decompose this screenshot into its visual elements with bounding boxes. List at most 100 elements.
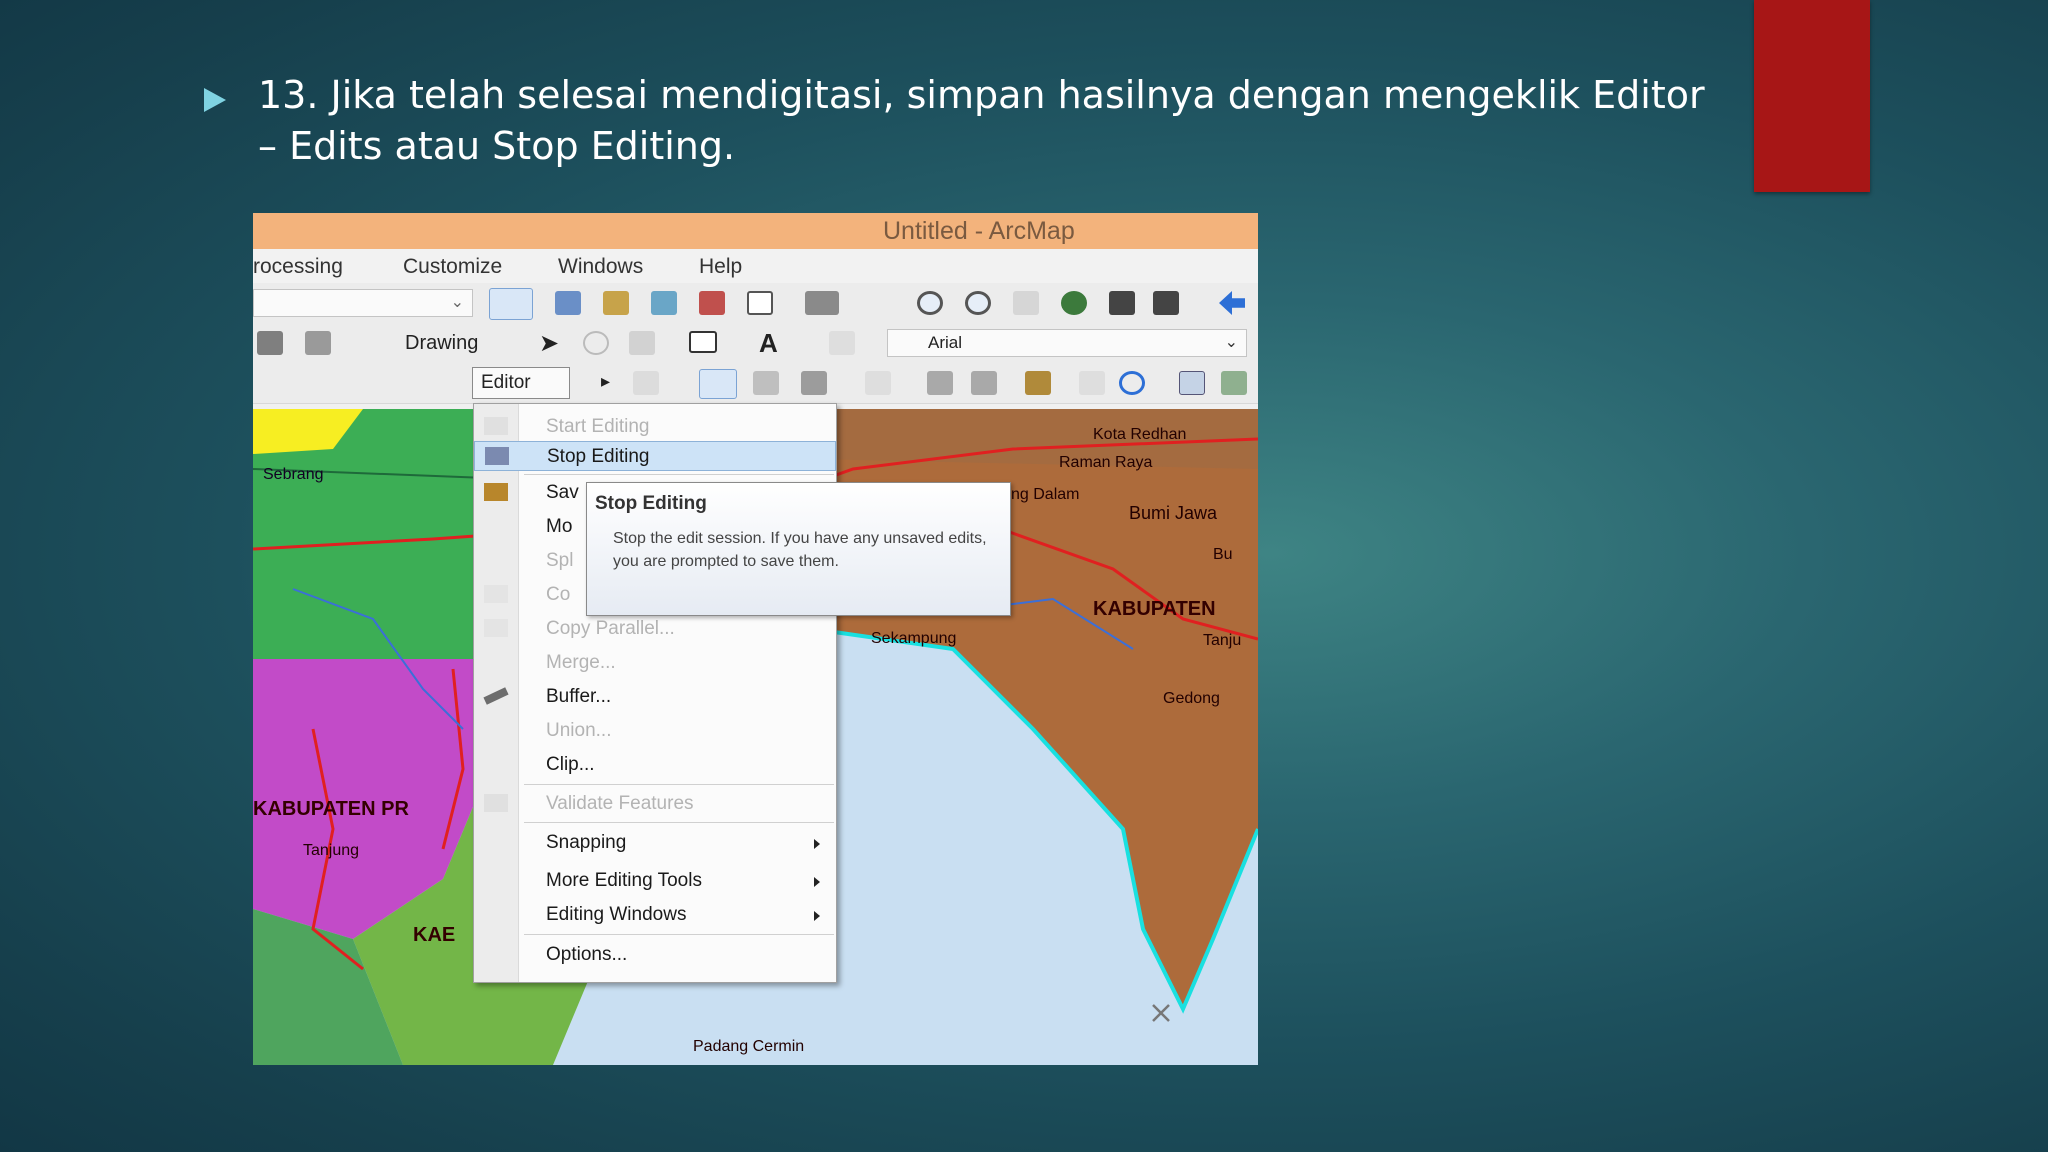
menu-item-buffer[interactable]: Buffer... <box>474 682 836 712</box>
buffer-icon <box>483 687 509 705</box>
window-icon[interactable] <box>747 291 773 315</box>
menu-customize[interactable]: Customize <box>403 255 502 279</box>
arcmap-screenshot: Untitled - ArcMap rocessing Customize Wi… <box>253 213 1258 1065</box>
slide-caption: 13. Jika telah selesai mendigitasi, simp… <box>258 70 1705 172</box>
menu-item-clip[interactable]: Clip... <box>474 750 836 780</box>
save-edits-icon <box>484 483 508 501</box>
map-label-11: Tanjung <box>303 842 359 859</box>
map-label-6: Sekampung <box>871 630 956 647</box>
triangle-bullet-icon <box>204 88 226 112</box>
map-label-1: Kota Redhan <box>1093 426 1186 443</box>
editor-toolbar-icon[interactable] <box>489 288 533 320</box>
menu-item-merge[interactable]: Merge... <box>474 648 836 678</box>
map-label-4: Bumi Jawa <box>1129 503 1218 523</box>
standard-toolbar: ⌄ <box>253 283 1258 324</box>
zoom-out-icon[interactable] <box>965 291 991 315</box>
chevron-down-icon: ⌄ <box>450 294 464 311</box>
menu-bar: rocessing Customize Windows Help <box>253 249 1258 283</box>
zoom-whole-page-icon[interactable] <box>629 331 655 355</box>
menu-item-snapping[interactable]: Snapping <box>474 828 836 858</box>
edit-annotation-icon[interactable] <box>633 371 659 395</box>
edit-vertices-icon[interactable] <box>829 331 855 355</box>
drawing-menu[interactable]: Drawing <box>405 332 478 355</box>
menu-item-copy-parallel[interactable]: Copy Parallel... <box>474 614 836 644</box>
map-label-8: Gedong <box>1163 690 1220 707</box>
map-label-5: KABUPATEN <box>1093 598 1216 620</box>
scale-combo[interactable]: ⌄ <box>253 289 473 317</box>
cut-polygons-icon[interactable] <box>971 371 997 395</box>
window-title: Untitled - ArcMap <box>883 217 1075 245</box>
menu-item-editing-windows[interactable]: Editing Windows <box>474 900 836 930</box>
pencil-icon <box>484 417 508 435</box>
map-label-3: ng Dalam <box>1011 486 1079 503</box>
undo-icon[interactable] <box>1119 371 1145 395</box>
stop-editing-icon <box>485 447 509 465</box>
red-accent-tab <box>1754 0 1870 192</box>
rotate-icon[interactable] <box>583 331 609 355</box>
select-arrow-icon[interactable]: ➤ <box>539 329 559 358</box>
menu-separator <box>524 934 834 935</box>
edit-vertices-icon[interactable] <box>865 371 891 395</box>
reshape-icon[interactable] <box>927 371 953 395</box>
table-icon[interactable] <box>555 291 581 315</box>
tooltip-title: Stop Editing <box>595 493 707 514</box>
validate-icon <box>484 794 508 812</box>
menu-item-options[interactable]: Options... <box>474 940 836 970</box>
map-label-10: KABUPATEN PR <box>253 798 409 820</box>
menu-geoprocessing[interactable]: rocessing <box>253 255 343 279</box>
text-tool-icon[interactable]: A <box>759 328 778 359</box>
tooltip-text: Stop the edit session. If you have any u… <box>613 530 987 570</box>
menu-separator <box>524 784 834 785</box>
menu-item-stop-editing[interactable]: Stop Editing <box>474 441 836 471</box>
map-label-13: Padang Cermin <box>693 1038 804 1055</box>
menu-windows[interactable]: Windows <box>558 255 643 279</box>
straight-segment-icon[interactable] <box>699 369 737 399</box>
attributes-icon[interactable] <box>1179 371 1205 395</box>
zoom-in-icon[interactable] <box>917 291 943 315</box>
rotate-tool-icon[interactable] <box>1079 371 1105 395</box>
font-combo-value: Arial <box>928 333 963 352</box>
fixed-zoom-in-icon[interactable] <box>1109 291 1135 315</box>
submenu-arrow-icon <box>814 877 820 887</box>
map-label-14: Bu <box>1213 546 1233 563</box>
stop-editing-tooltip: Stop Editing Stop the edit session. If y… <box>586 482 1011 616</box>
font-combo[interactable]: Arial ⌄ <box>887 329 1247 357</box>
menu-item-union[interactable]: Union... <box>474 716 836 746</box>
toolbox-icon[interactable] <box>699 291 725 315</box>
draw-toolbar: Drawing ➤ A Arial ⌄ <box>253 323 1258 364</box>
catalog-icon[interactable] <box>603 291 629 315</box>
chevron-down-icon: ⌄ <box>1224 334 1238 351</box>
layout-icon[interactable] <box>257 331 283 355</box>
caption-line-2: – Edits atau Stop Editing. <box>258 124 736 168</box>
search-window-icon[interactable] <box>651 291 677 315</box>
north-brown-strip <box>813 409 1258 469</box>
model-builder-icon[interactable] <box>805 291 839 315</box>
pan-hand-icon[interactable] <box>1013 291 1039 315</box>
edit-tool-icon[interactable]: ▸ <box>601 371 610 392</box>
menu-separator <box>524 474 834 475</box>
map-label-9: Sebrang <box>263 466 324 483</box>
menu-item-more-editing-tools[interactable]: More Editing Tools <box>474 866 836 896</box>
menu-help[interactable]: Help <box>699 255 742 279</box>
map-label-7: Tanju <box>1203 632 1241 649</box>
full-extent-globe-icon[interactable] <box>1061 291 1087 315</box>
editor-toolbar: Editor ▸ <box>253 363 1258 404</box>
sketch-properties-icon[interactable] <box>1221 371 1247 395</box>
back-arrow-icon[interactable] <box>1219 291 1245 315</box>
map-label-12: KAE <box>413 924 455 946</box>
editor-menu-button[interactable]: Editor <box>472 367 570 399</box>
submenu-arrow-icon <box>814 839 820 849</box>
trace-icon[interactable] <box>801 371 827 395</box>
print-icon[interactable] <box>305 331 331 355</box>
fixed-zoom-out-icon[interactable] <box>1153 291 1179 315</box>
rectangle-icon[interactable] <box>689 331 717 353</box>
copy-parallel-icon <box>484 619 508 637</box>
menu-item-validate-features[interactable]: Validate Features <box>474 789 836 819</box>
construct-points-icon <box>484 585 508 603</box>
editor-menu-label: Editor <box>481 372 531 393</box>
menu-item-start-editing[interactable]: Start Editing <box>474 412 836 442</box>
split-tool-icon[interactable] <box>1025 371 1051 395</box>
menu-separator <box>524 822 834 823</box>
arc-segment-icon[interactable] <box>753 371 779 395</box>
caption-line-1: 13. Jika telah selesai mendigitasi, simp… <box>258 73 1705 117</box>
